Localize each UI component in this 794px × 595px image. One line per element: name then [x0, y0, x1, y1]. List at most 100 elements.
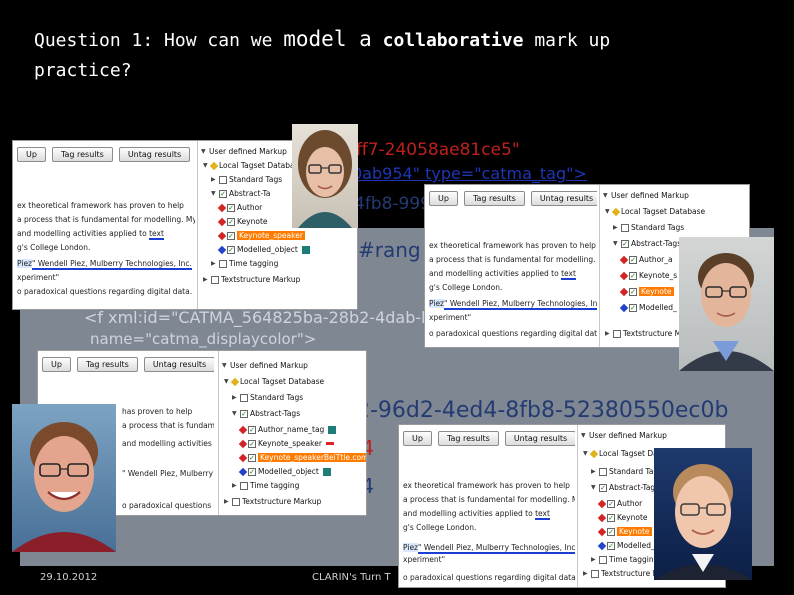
tree-node-time-tagging[interactable]: ▶ Time taggin	[591, 555, 654, 564]
checkbox[interactable]	[240, 481, 248, 490]
tree-toggle-icon[interactable]: ▼	[222, 362, 228, 369]
tree-toggle-icon[interactable]: ▶	[203, 276, 209, 283]
checkbox[interactable]: ✓	[248, 425, 256, 434]
tree-toggle-icon[interactable]: ▼	[232, 410, 238, 417]
tree-node-user-markup[interactable]: ▼ User defined Markup	[603, 191, 689, 200]
tree-node-textstructure[interactable]: ▶ Textstructure Markup	[224, 497, 321, 506]
tag-results-button[interactable]: Tag results	[51, 147, 113, 162]
tree-node-author[interactable]: ✓ Author	[597, 499, 642, 508]
tree-node-keynote[interactable]: ✓ Keynote_speaker	[238, 439, 334, 448]
checkbox[interactable]: ✓	[629, 287, 637, 296]
tagged-word[interactable]: Piez	[403, 543, 418, 552]
tree-toggle-icon[interactable]: ▼	[201, 148, 207, 155]
checkbox[interactable]: ✓	[599, 483, 607, 492]
tree-node-selected[interactable]: ✓ Keynote	[597, 527, 652, 536]
untag-results-button[interactable]: Untag results	[530, 191, 597, 206]
tree-node-modelled-object[interactable]: ✓ Modelled_object	[217, 245, 310, 254]
tree-toggle-icon[interactable]: ▼	[613, 240, 619, 247]
checkbox[interactable]	[591, 569, 599, 578]
up-button[interactable]: Up	[42, 357, 71, 372]
tree-node-author[interactable]: ✓ Author	[217, 203, 262, 212]
tree-node-selected[interactable]: ✓ Keynote_speakerBeiTtle.com	[238, 453, 366, 462]
tree-toggle-icon[interactable]: ▶	[224, 498, 230, 505]
checkbox[interactable]: ✓	[607, 513, 615, 522]
tree-node-standard-tags[interactable]: ▶ Standard Tags	[591, 467, 662, 476]
tag-results-button[interactable]: Tag results	[437, 431, 499, 446]
tree-node-user-markup[interactable]: ▼ User defined Markup	[222, 361, 308, 370]
up-button[interactable]: Up	[429, 191, 458, 206]
checkbox[interactable]	[211, 275, 219, 284]
tree-toggle-icon[interactable]: ▼	[581, 432, 587, 439]
tree-node-user-markup[interactable]: ▼ User defined Markup	[581, 431, 667, 440]
checkbox[interactable]: ✓	[629, 255, 637, 264]
tree-node-abstract-tags[interactable]: ▼ ✓ Abstract-Tags	[232, 409, 300, 418]
tag-results-button[interactable]: Tag results	[463, 191, 525, 206]
checkbox[interactable]: ✓	[227, 217, 235, 226]
tree-node-selected[interactable]: ✓ Keynote	[619, 287, 674, 296]
checkbox[interactable]: ✓	[621, 239, 629, 248]
checkbox[interactable]: ✓	[629, 271, 637, 280]
tree-node-time-tagging[interactable]: ▶ Time tagging	[211, 259, 278, 268]
tree-toggle-icon[interactable]: ▶	[583, 570, 589, 577]
untag-results-button[interactable]: Untag results	[118, 147, 191, 162]
tagged-word[interactable]: Piez	[17, 259, 32, 268]
tree-node-keynote[interactable]: ✓ Keynote	[217, 217, 268, 226]
tree-node-keynote[interactable]: ✓ Keynote_s	[619, 271, 677, 280]
checkbox[interactable]: ✓	[240, 409, 248, 418]
up-button[interactable]: Up	[403, 431, 432, 446]
tree-node-standard-tags[interactable]: ▶ Standard Tags	[232, 393, 303, 402]
checkbox[interactable]: ✓	[248, 453, 256, 462]
checkbox[interactable]: ✓	[227, 231, 235, 240]
checkbox[interactable]	[599, 467, 607, 476]
tree-node-local-tagset[interactable]: ▼ Local Tagset Database	[203, 161, 303, 170]
tagged-word[interactable]: text	[535, 509, 550, 520]
checkbox[interactable]: ✓	[607, 499, 615, 508]
pane-divider[interactable]	[577, 425, 578, 587]
checkbox[interactable]: ✓	[607, 541, 615, 550]
tree-node-standard-tags[interactable]: ▶ Standard Tags	[211, 175, 282, 184]
tree-node-author[interactable]: ✓ Author_name_tag	[238, 425, 337, 434]
tree-node-textstructure[interactable]: ▶ Textstructure Markup	[203, 275, 300, 284]
tag-results-button[interactable]: Tag results	[76, 357, 138, 372]
checkbox[interactable]	[219, 175, 227, 184]
checkbox[interactable]: ✓	[219, 189, 227, 198]
tree-toggle-icon[interactable]: ▶	[613, 224, 619, 231]
tree-node-abstract-tags[interactable]: ▼ ✓ Abstract-Tags	[591, 483, 659, 492]
checkbox[interactable]: ✓	[607, 527, 615, 536]
tree-toggle-icon[interactable]: ▼	[211, 190, 217, 197]
checkbox[interactable]	[232, 497, 240, 506]
tree-toggle-icon[interactable]: ▼	[224, 378, 230, 385]
pane-divider[interactable]	[197, 141, 198, 309]
up-button[interactable]: Up	[17, 147, 46, 162]
tree-toggle-icon[interactable]: ▼	[583, 450, 589, 457]
checkbox[interactable]: ✓	[248, 467, 256, 476]
checkbox[interactable]: ✓	[227, 245, 235, 254]
tree-node-keynote[interactable]: ✓ Keynote	[597, 513, 648, 522]
tree-toggle-icon[interactable]: ▶	[605, 330, 611, 337]
checkbox[interactable]	[621, 223, 629, 232]
pane-divider[interactable]	[218, 351, 219, 515]
tree-toggle-icon[interactable]: ▶	[211, 260, 217, 267]
tree-node-modelled-object[interactable]: ✓ Modelled_object	[238, 467, 331, 476]
tree-toggle-icon[interactable]: ▶	[232, 394, 238, 401]
tree-node-local-tagset[interactable]: ▼ Local Tagset Database	[605, 207, 705, 216]
tree-node-user-markup[interactable]: ▼ User defined Markup	[201, 147, 287, 156]
checkbox[interactable]: ✓	[227, 203, 235, 212]
checkbox[interactable]	[613, 329, 621, 338]
checkbox[interactable]: ✓	[248, 439, 256, 448]
pane-divider[interactable]	[599, 185, 600, 347]
tree-node-abstract-tags[interactable]: ▼ ✓ Abstract-Tags	[613, 239, 681, 248]
tagged-word[interactable]: Piez	[429, 299, 444, 308]
tree-toggle-icon[interactable]: ▶	[211, 176, 217, 183]
checkbox[interactable]	[599, 555, 607, 564]
tree-node-author[interactable]: ✓ Author_a	[619, 255, 673, 264]
untag-results-button[interactable]: Untag results	[504, 431, 575, 446]
checkbox[interactable]	[240, 393, 248, 402]
tree-node-selected[interactable]: ✓ Keynote_speaker	[217, 231, 305, 240]
tagged-word[interactable]: text	[149, 229, 164, 240]
tree-toggle-icon[interactable]: ▶	[591, 556, 597, 563]
tree-toggle-icon[interactable]: ▶	[232, 482, 238, 489]
checkbox[interactable]: ✓	[629, 303, 637, 312]
tagged-word[interactable]: text	[561, 269, 576, 280]
tree-node-time-tagging[interactable]: ▶ Time tagging	[232, 481, 299, 490]
